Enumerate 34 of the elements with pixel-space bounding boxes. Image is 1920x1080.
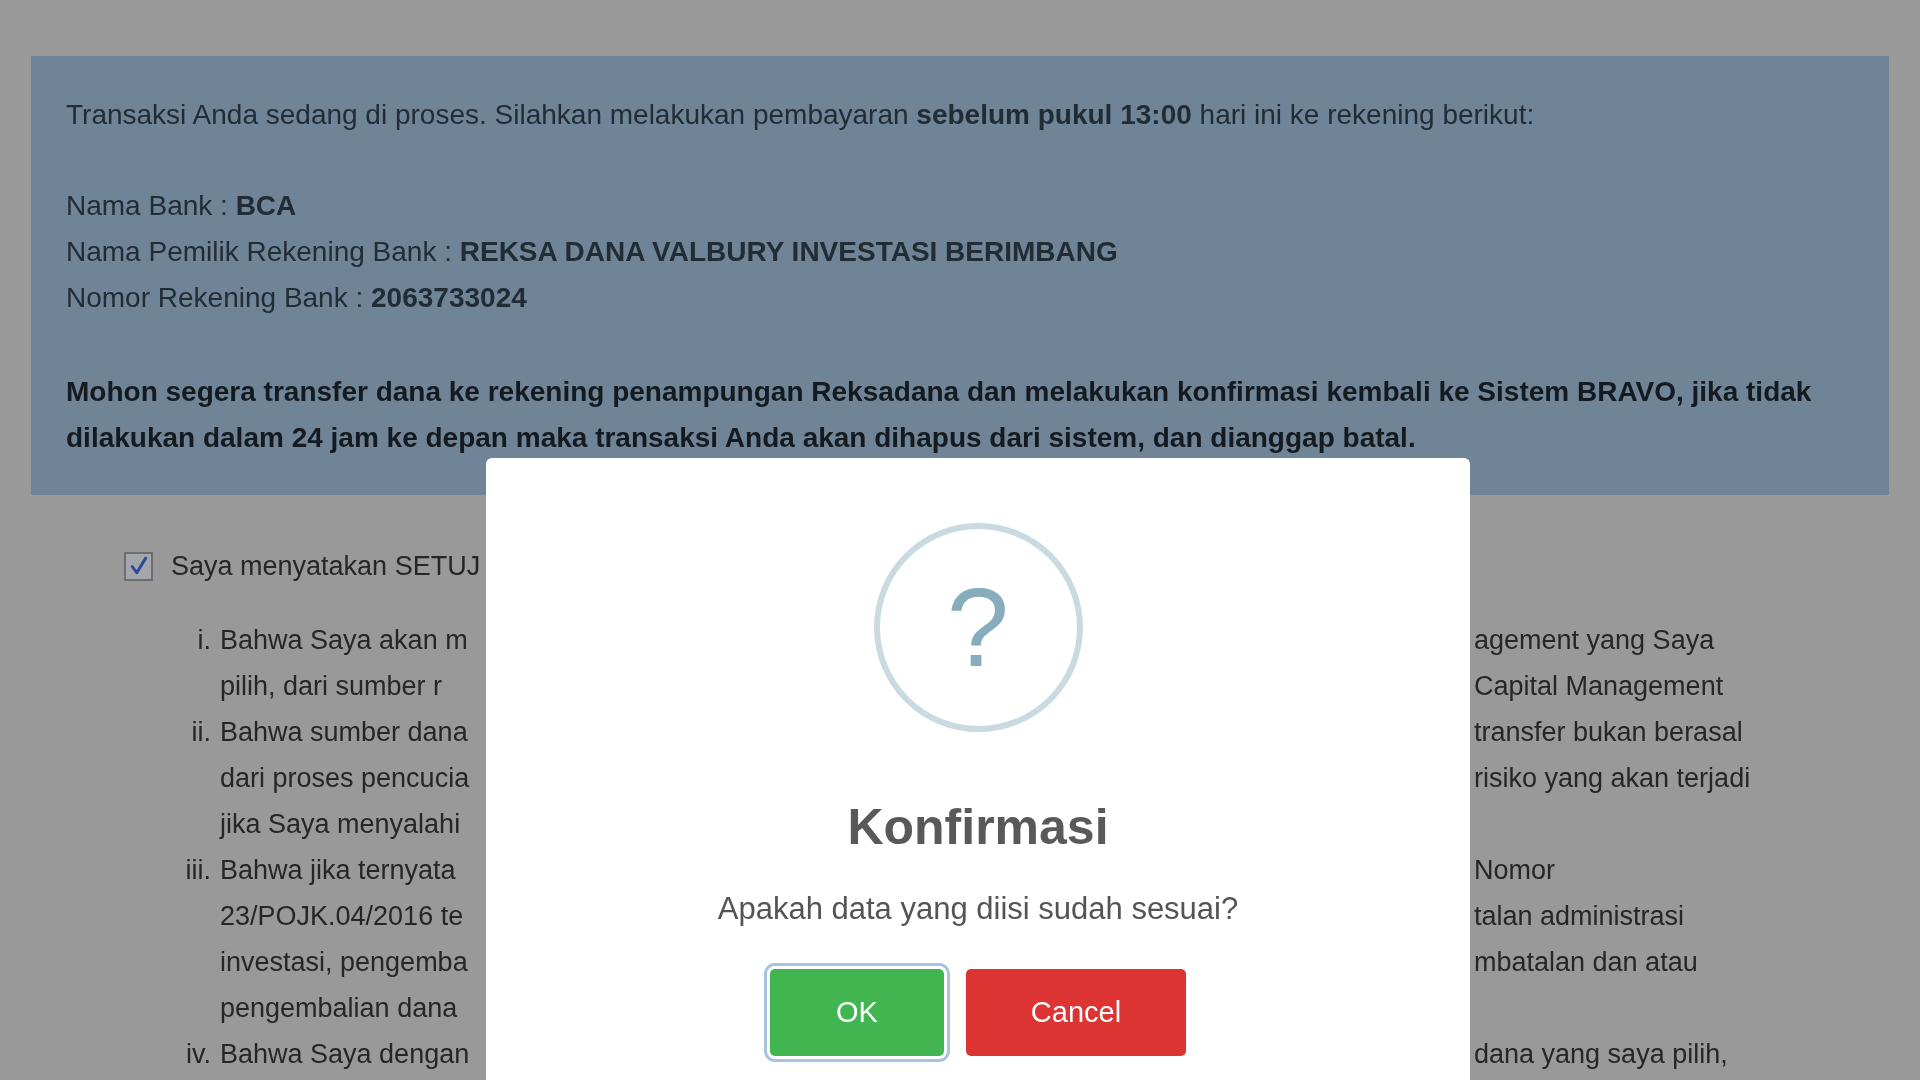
list-numeral: iv. bbox=[186, 1037, 211, 1071]
bank-detail-text: Nama Bank : BCA bbox=[66, 189, 298, 223]
checkbox[interactable] bbox=[124, 551, 153, 581]
statement-text: Nomor bbox=[1474, 854, 1555, 885]
dialog-title: Konfirmasi bbox=[847, 798, 1109, 857]
statement-text: Bahwa Saya akan m bbox=[220, 624, 468, 655]
statement-text: talan administrasi bbox=[1474, 900, 1685, 931]
statement-text: 23/POJK.04/2016 te bbox=[220, 900, 464, 931]
statement-text: agement yang Saya bbox=[1474, 624, 1715, 655]
warning-text: Mohon segera transfer dana ke rekening penampungan Reksadana dan melakukan konfirmasi kembali ke Sistem BRAVO, jika tidak dilakukan dalam 24 jam ke depan maka transaksi Anda akan dihapus dari sistem, dan dianggap batal. bbox=[66, 375, 1813, 455]
list-numeral: i. bbox=[197, 623, 211, 657]
statement-text: Bahwa sumber dana bbox=[220, 716, 468, 747]
statement-text: pengembalian dana bbox=[220, 992, 458, 1023]
statement-text: jika Saya menyalahi bbox=[220, 808, 461, 839]
bank-detail-text: Nomor Rekening Bank : 2063733024 bbox=[66, 281, 528, 315]
bank-detail-text: Nama Pemilik Rekening Bank : REKSA DANA VALBURY INVESTASI BERIMBANG bbox=[66, 235, 1119, 269]
statement-text: Bahwa jika ternyata bbox=[220, 854, 456, 885]
checkmark-icon bbox=[129, 556, 148, 576]
statement-text: transfer bukan berasal bbox=[1474, 716, 1743, 747]
statement-text: dana yang saya pilih, bbox=[1474, 1038, 1728, 1069]
question-icon: ? bbox=[873, 523, 1083, 732]
statement-text: risiko yang akan terjadi bbox=[1474, 762, 1751, 793]
notice-text: Transaksi Anda sedang di proses. Silahkan melakukan pembayaran sebelum pukul 13:00 hari ini ke rekening berikut: bbox=[66, 98, 1536, 132]
statement-text: dari proses pencucia bbox=[220, 762, 470, 793]
cancel-button[interactable]: Cancel bbox=[966, 969, 1186, 1056]
agreement-label: Saya menyatakan SETUJ bbox=[171, 549, 481, 583]
list-numeral: ii. bbox=[191, 715, 211, 749]
statement-text: Bahwa Saya dengan bbox=[220, 1038, 470, 1069]
statement-text: investasi, pengemba bbox=[220, 946, 468, 977]
dialog-message: Apakah data yang diisi sudah sesuai? bbox=[717, 890, 1239, 928]
list-numeral: iii. bbox=[185, 853, 211, 887]
statement-text: pilih, dari sumber r bbox=[220, 670, 443, 701]
statement-text: Capital Management bbox=[1474, 670, 1724, 701]
statement-text: mbatalan dan atau bbox=[1474, 946, 1698, 977]
